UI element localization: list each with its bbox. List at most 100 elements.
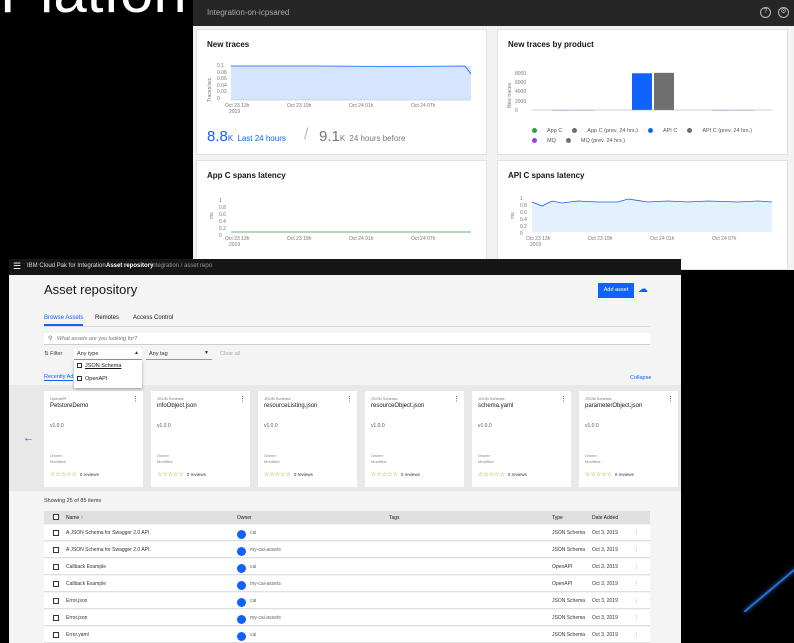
dashboard-breadcrumb[interactable]: Integration-on-icpsared [207, 8, 289, 17]
overflow-menu-icon[interactable]: ⋮ [634, 615, 639, 621]
api-latency-area [532, 199, 772, 232]
chevron-down-icon: ▼ [204, 350, 209, 356]
row-name[interactable]: Error.json [66, 598, 87, 604]
asset-card[interactable]: OpenAPI PetstoreDemo ⋮ v1.0.0 Owner: Modified… [44, 391, 143, 487]
hamburger-menu-icon[interactable]: ☰ [13, 261, 21, 272]
legend-item[interactable]: App C (prev. 24 hrs.) [572, 128, 638, 134]
add-asset-button[interactable]: Add asset [598, 283, 634, 298]
row-checkbox[interactable] [53, 632, 59, 638]
rating-stars[interactable]: ☆☆☆☆☆ 0 reviews [264, 471, 313, 478]
asset-type: JSON Schema [157, 396, 184, 401]
asset-version: v1.0.0 [585, 423, 599, 429]
cloud-icon[interactable]: ☁ [638, 284, 648, 295]
asset-modified: Modified: [478, 459, 495, 464]
recently-added-label[interactable]: Recently Ad [44, 374, 74, 381]
star-icons: ☆☆☆☆☆ [371, 472, 398, 478]
dropdown-option-openapi[interactable]: OpenAPI [77, 376, 107, 382]
overflow-menu-icon[interactable]: ⋮ [634, 564, 639, 570]
asset-card[interactable]: JSON Schema schema.yaml ⋮ v1.0.0 Owner: Modif… [472, 391, 571, 487]
overflow-menu-icon[interactable]: ⋮ [560, 395, 567, 403]
brand-link[interactable]: IBM Cloud Pak for Integration [27, 263, 106, 269]
arrow-left-icon[interactable]: ← [23, 432, 34, 444]
column-name[interactable]: Name ↑ [66, 515, 83, 521]
x-tick: Oct 24 01h [650, 236, 675, 242]
search-input[interactable] [57, 333, 457, 344]
overflow-menu-icon[interactable]: ⋮ [634, 598, 639, 604]
help-icon[interactable]: ? [760, 7, 771, 18]
table-row[interactable]: Callback Example cai OpenAPI Oct 3, 2019 ⋮ [44, 559, 650, 575]
overflow-menu-icon[interactable]: ⋮ [239, 395, 246, 403]
asset-card[interactable]: JSON Schema resourceListing.json ⋮ v1.0.0 Ow… [258, 391, 357, 487]
legend-label: App C (prev. 24 hrs.) [587, 128, 638, 134]
table-row[interactable]: Error.yaml cai JSON Schema Oct 3, 2019 ⋮ [44, 627, 650, 643]
overflow-menu-icon[interactable]: ⋮ [346, 395, 353, 403]
rating-stars[interactable]: ☆☆☆☆☆ 0 reviews [50, 471, 99, 478]
overflow-menu-icon[interactable]: ⋮ [634, 547, 639, 553]
asset-card[interactable]: JSON Schema parameterObject.json ⋮ v1.0.0 Ow… [579, 391, 678, 487]
row-checkbox[interactable] [53, 564, 59, 570]
table-row[interactable]: Error.json my-cai-assets JSON Schema Oct 3,… [44, 610, 650, 626]
row-name[interactable]: A JSON Schema for Swagger 2.0 API. [66, 530, 151, 536]
review-count: 0 reviews [293, 472, 313, 477]
row-name[interactable]: Error.yaml [66, 632, 89, 638]
collapse-link[interactable]: Collapse [630, 375, 651, 381]
row-name[interactable]: A JSON Schema for Swagger 2.0 API. [66, 547, 151, 553]
overflow-menu-icon[interactable]: ⋮ [667, 395, 674, 403]
select-all-checkbox[interactable] [53, 514, 59, 520]
asset-type: JSON Schema [264, 396, 291, 401]
tab-browse-assets[interactable]: Browse Assets [44, 315, 84, 326]
api-latency-plot [531, 198, 773, 232]
app-latency-card: App C spans latency ms 1 0.8 0.6 0.4 0.2 0 Oc… [196, 160, 487, 270]
type-select-value: Any type [77, 351, 99, 357]
asset-card[interactable]: JSON Schema infoObject.json ⋮ v1.0.0 Owner: M… [151, 391, 250, 487]
row-checkbox[interactable] [53, 581, 59, 587]
table-row[interactable]: A JSON Schema for Swagger 2.0 API. my-cai… [44, 542, 650, 558]
page-title: Asset repository [44, 282, 138, 297]
overflow-menu-icon[interactable]: ⋮ [634, 581, 639, 587]
row-checkbox[interactable] [53, 615, 59, 621]
rating-stars[interactable]: ☆☆☆☆☆ 0 reviews [371, 471, 420, 478]
overflow-menu-icon[interactable]: ⋮ [634, 632, 639, 638]
row-date: Oct 3, 2019 [592, 530, 618, 536]
review-count: 0 reviews [79, 472, 99, 477]
asset-name: resourceListing.json [264, 403, 318, 409]
row-checkbox[interactable] [53, 530, 59, 536]
owner-avatar [237, 632, 246, 641]
overflow-menu-icon[interactable]: ⋮ [453, 395, 460, 403]
row-checkbox[interactable] [53, 547, 59, 553]
asset-modified: Modified: [585, 459, 602, 464]
legend-item[interactable]: API C [647, 128, 677, 134]
tag-select[interactable]: Any tag ▼ [146, 348, 212, 360]
legend-item[interactable]: MQ (prev. 24 hrs.) [565, 138, 625, 144]
asset-card[interactable]: JSON Schema resourceObject.json ⋮ v1.0.0 Own… [365, 391, 464, 487]
rating-stars[interactable]: ☆☆☆☆☆ 0 reviews [585, 471, 634, 478]
row-name[interactable]: Error.json [66, 615, 87, 621]
bar-api-c-series-1 [654, 72, 674, 110]
dropdown-option-json-schema[interactable]: JSON Schema [77, 363, 121, 369]
overflow-menu-icon[interactable]: ⋮ [132, 395, 139, 403]
table-row[interactable]: Callback Example my-cai-assets OpenAPI Oct … [44, 576, 650, 592]
table-row[interactable]: Error.json cai JSON Schema Oct 3, 2019 ⋮ [44, 593, 650, 609]
star-icons: ☆☆☆☆☆ [50, 472, 77, 478]
breadcrumb-env: integration / asset repo [151, 263, 213, 269]
rating-stars[interactable]: ☆☆☆☆☆ 0 reviews [157, 471, 206, 478]
settings-icon[interactable]: ⚙ [778, 7, 789, 18]
legend-item[interactable]: MQ [532, 138, 556, 144]
type-select[interactable]: Any type ▲ [74, 348, 142, 360]
tab-access-control[interactable]: Access Control [133, 315, 173, 324]
row-name[interactable]: Callback Example [66, 581, 106, 587]
tab-remotes[interactable]: Remotes [95, 315, 119, 324]
x-axis-year: 2019 [229, 242, 241, 248]
clear-all-link[interactable]: Clear all [220, 351, 240, 357]
row-date: Oct 3, 2019 [592, 615, 618, 621]
rating-stars[interactable]: ☆☆☆☆☆ 0 reviews [478, 471, 527, 478]
row-checkbox[interactable] [53, 598, 59, 604]
asset-name: resourceObject.json [371, 403, 425, 409]
legend-item[interactable]: API C (prev. 24 hrs.) [687, 128, 752, 134]
legend-item[interactable]: App C [532, 128, 562, 134]
overflow-menu-icon[interactable]: ⋮ [634, 530, 639, 536]
asset-name: schema.yaml [478, 403, 514, 409]
tab-divider [44, 326, 650, 327]
row-name[interactable]: Callback Example [66, 564, 106, 570]
table-row[interactable]: A JSON Schema for Swagger 2.0 API. cai JSO… [44, 525, 650, 541]
